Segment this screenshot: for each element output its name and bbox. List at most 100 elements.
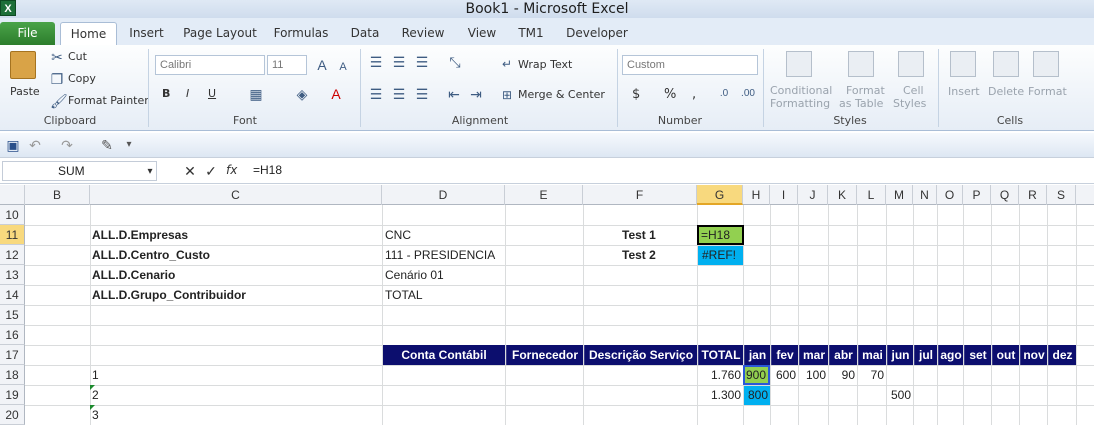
cell-d13[interactable]: Cenário 01 — [385, 265, 503, 285]
bottom-align-icon[interactable]: ☰ — [414, 55, 430, 69]
conditional-formatting-icon[interactable] — [786, 51, 812, 77]
enter-icon[interactable]: ✓ — [204, 164, 218, 178]
cell-f12[interactable]: Test 2 — [622, 245, 696, 265]
delete-cells-button[interactable]: Delete — [988, 85, 1024, 98]
cell-d14[interactable]: TOTAL — [385, 285, 503, 305]
tab-file[interactable]: File — [0, 22, 55, 45]
row-header[interactable]: 14 — [0, 285, 25, 305]
conditional-formatting-label-2[interactable]: Formatting — [770, 97, 830, 110]
cell-h18-referenced[interactable]: 900 — [743, 365, 770, 385]
formula-input[interactable]: =H18 — [253, 163, 282, 177]
header-abr[interactable]: abr — [829, 345, 857, 365]
tab-page-layout[interactable]: Page Layout — [180, 22, 260, 45]
tab-view[interactable]: View — [462, 22, 502, 45]
cell-c18[interactable]: 1 — [92, 365, 192, 385]
cell-g12[interactable]: #REF! — [698, 246, 743, 265]
cell-d12[interactable]: 111 - PRESIDENCIA — [385, 245, 503, 265]
cell-f11[interactable]: Test 1 — [622, 225, 696, 245]
increase-indent-icon[interactable]: ⇥ — [468, 87, 484, 101]
cancel-icon[interactable]: ✕ — [183, 164, 197, 178]
tab-formulas[interactable]: Formulas — [270, 22, 332, 45]
column-header[interactable]: B — [25, 185, 90, 205]
underline-button[interactable]: U — [208, 87, 216, 100]
column-header[interactable]: R — [1019, 185, 1047, 205]
column-header[interactable]: C — [90, 185, 382, 205]
format-cells-button[interactable]: Format — [1028, 85, 1067, 98]
tab-home[interactable]: Home — [60, 22, 117, 45]
chart-icon[interactable]: ✎ — [100, 138, 114, 152]
header-jan[interactable]: jan — [744, 345, 770, 365]
customize-qat-icon[interactable]: ▾ — [124, 138, 134, 152]
conditional-formatting-label-1[interactable]: Conditional — [770, 84, 832, 97]
header-out[interactable]: out — [992, 345, 1019, 365]
cell-j18[interactable]: 100 — [799, 365, 828, 385]
align-left-icon[interactable]: ☰ — [368, 87, 384, 101]
copy-button[interactable]: Copy — [68, 72, 96, 85]
header-ago[interactable]: ago — [938, 345, 963, 365]
format-painter-icon[interactable]: 🖌 — [50, 94, 68, 108]
borders-icon[interactable]: ▦ — [248, 87, 264, 101]
header-mar[interactable]: mar — [799, 345, 828, 365]
undo-icon[interactable]: ↶ — [28, 138, 42, 152]
middle-align-icon[interactable]: ☰ — [391, 55, 407, 69]
scissors-icon[interactable]: ✂ — [50, 50, 64, 64]
wrap-text-icon[interactable]: ↵ — [500, 57, 514, 71]
cell-g18[interactable]: 1.760 — [698, 365, 743, 385]
column-header[interactable]: M — [886, 185, 913, 205]
font-color-icon[interactable]: A — [328, 87, 344, 101]
insert-cells-icon[interactable] — [950, 51, 976, 77]
format-painter-button[interactable]: Format Painter — [68, 94, 149, 107]
font-size-combo[interactable]: 11 — [267, 55, 307, 75]
column-header[interactable]: L — [857, 185, 886, 205]
insert-cells-button[interactable]: Insert — [948, 85, 980, 98]
save-icon[interactable]: ▣ — [6, 138, 20, 152]
row-header[interactable]: 18 — [0, 365, 25, 385]
cell-styles-label-1[interactable]: Cell — [903, 84, 924, 97]
bold-button[interactable]: B — [162, 87, 170, 100]
cell-i18[interactable]: 600 — [771, 365, 798, 385]
row-header[interactable]: 10 — [0, 205, 25, 225]
header-descricao-servico[interactable]: Descrição Serviço — [584, 345, 697, 365]
redo-icon[interactable]: ↷ — [60, 138, 74, 152]
format-cells-icon[interactable] — [1033, 51, 1059, 77]
header-dez[interactable]: dez — [1048, 345, 1076, 365]
grow-font-icon[interactable]: A — [314, 58, 330, 72]
cell-m19[interactable]: 500 — [887, 385, 913, 405]
comma-button[interactable]: , — [692, 87, 696, 102]
header-conta-contabil[interactable]: Conta Contábil — [383, 345, 505, 365]
row-header[interactable]: 20 — [0, 405, 25, 425]
orientation-icon[interactable]: ⤡ — [446, 55, 464, 69]
column-header[interactable]: O — [937, 185, 963, 205]
format-as-table-label-2[interactable]: as Table — [839, 97, 883, 110]
cell-c13[interactable]: ALL.D.Cenario — [92, 265, 380, 285]
tab-developer[interactable]: Developer — [562, 22, 632, 45]
delete-cells-icon[interactable] — [993, 51, 1019, 77]
column-header[interactable]: F — [583, 185, 697, 205]
header-jul[interactable]: jul — [914, 345, 937, 365]
column-header[interactable]: P — [963, 185, 991, 205]
column-header[interactable]: D — [382, 185, 505, 205]
cell-g19[interactable]: 1.300 — [698, 385, 743, 405]
column-header[interactable]: H — [743, 185, 770, 205]
increase-decimal-icon[interactable]: .0 — [716, 87, 732, 101]
cell-d11[interactable]: CNC — [385, 225, 503, 245]
header-nov[interactable]: nov — [1020, 345, 1047, 365]
cell-c12[interactable]: ALL.D.Centro_Custo — [92, 245, 380, 265]
top-align-icon[interactable]: ☰ — [368, 55, 384, 69]
select-all-corner[interactable] — [0, 185, 25, 205]
currency-button[interactable]: $ — [632, 87, 640, 102]
format-as-table-icon[interactable] — [848, 51, 874, 77]
column-header[interactable]: Q — [991, 185, 1019, 205]
header-fev[interactable]: fev — [771, 345, 798, 365]
row-header[interactable]: 11 — [0, 225, 25, 245]
cell-h19[interactable]: 800 — [744, 386, 770, 405]
column-header[interactable]: J — [798, 185, 828, 205]
column-header[interactable]: S — [1047, 185, 1076, 205]
wrap-text-button[interactable]: Wrap Text — [518, 58, 572, 71]
cell-g11-active[interactable]: =H18 — [697, 225, 744, 245]
decrease-indent-icon[interactable]: ⇤ — [446, 87, 462, 101]
cell-c19[interactable]: 2 — [92, 385, 192, 405]
cell-l18[interactable]: 70 — [858, 365, 886, 385]
row-header[interactable]: 19 — [0, 385, 25, 405]
cell-c20[interactable]: 3 — [92, 405, 192, 425]
